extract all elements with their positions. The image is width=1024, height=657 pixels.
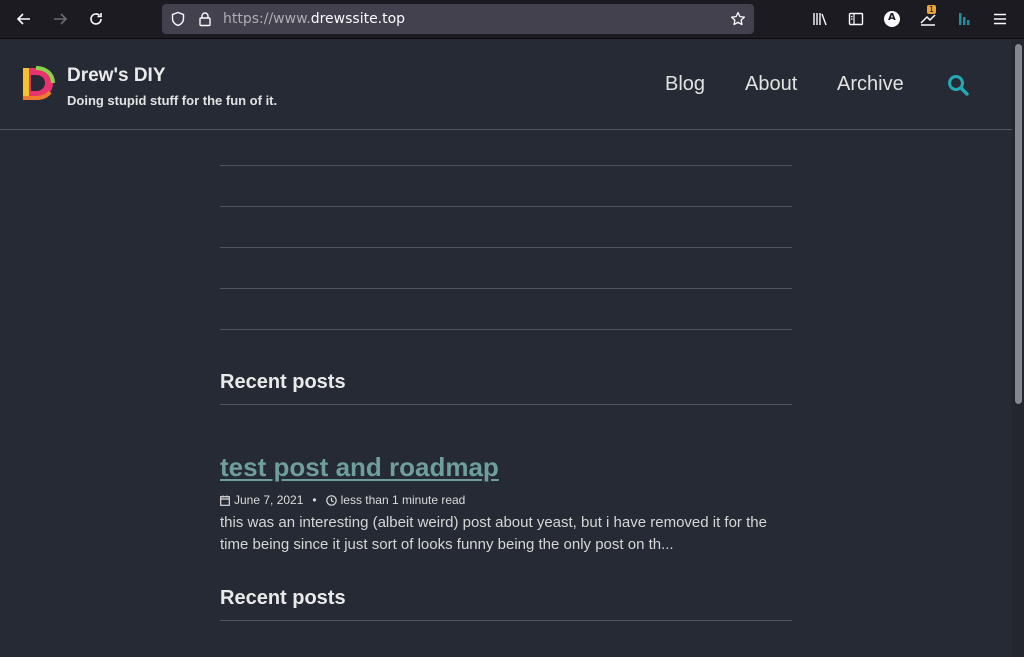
- shield-icon[interactable]: [170, 11, 186, 27]
- nav-archive-link[interactable]: Archive: [837, 73, 904, 96]
- divider: [220, 165, 792, 166]
- sidebar-toggle-button[interactable]: [843, 6, 869, 32]
- divider: [220, 329, 792, 330]
- bookmark-star-icon[interactable]: [730, 11, 746, 27]
- calendar-icon: [220, 495, 230, 506]
- post-date: June 7, 2021: [234, 493, 304, 507]
- post-excerpt: this was an interesting (albeit weird) p…: [220, 514, 767, 553]
- menu-button[interactable]: [987, 6, 1013, 32]
- divider: [220, 206, 792, 207]
- account-initial: A: [888, 12, 896, 23]
- back-arrow-icon: [16, 13, 30, 25]
- site-logo-icon[interactable]: [20, 65, 56, 101]
- recent-posts-heading: Recent posts: [220, 587, 346, 609]
- recent-posts-heading: Recent posts: [220, 371, 346, 393]
- account-button[interactable]: A: [879, 6, 905, 32]
- divider: [220, 247, 792, 248]
- forward-arrow-icon: [54, 13, 68, 25]
- reload-button[interactable]: [83, 6, 109, 32]
- library-icon: [813, 13, 827, 26]
- library-button[interactable]: [807, 6, 833, 32]
- browser-toolbar: https://www.drewssite.top A 1: [0, 0, 1024, 39]
- sidebar-icon: [848, 12, 864, 26]
- page-scrollbar-thumb[interactable]: [1015, 44, 1022, 404]
- url-prefix: https://www.: [223, 11, 311, 27]
- reload-icon: [90, 13, 102, 25]
- url-domain: drewssite.top: [310, 11, 406, 27]
- address-bar[interactable]: https://www.drewssite.top: [162, 4, 754, 34]
- post-title-link[interactable]: test post and roadmap: [220, 452, 499, 483]
- hamburger-menu-icon: [994, 13, 1006, 25]
- divider: [220, 404, 792, 405]
- post-meta: June 7, 2021 • less than 1 minute read: [220, 493, 465, 507]
- site-header: Drew's DIY Doing stupid stuff for the fu…: [0, 40, 1012, 130]
- back-button[interactable]: [11, 6, 37, 32]
- site-tagline: Doing stupid stuff for the fun of it.: [67, 93, 278, 108]
- search-icon[interactable]: [946, 73, 970, 97]
- bars-extension-icon: [959, 13, 970, 25]
- divider: [220, 620, 792, 621]
- lock-icon[interactable]: [197, 11, 213, 27]
- meta-separator: •: [312, 493, 317, 507]
- nav-blog-link[interactable]: Blog: [665, 73, 705, 96]
- forward-button[interactable]: [47, 6, 73, 32]
- extension-badge: 1: [927, 5, 937, 14]
- teal-extension-button[interactable]: [951, 6, 977, 32]
- nav-about-link[interactable]: About: [745, 73, 797, 96]
- url-text[interactable]: https://www.drewssite.top: [223, 11, 405, 27]
- post-read-time: less than 1 minute read: [340, 493, 466, 507]
- divider: [220, 288, 792, 289]
- site-title[interactable]: Drew's DIY: [67, 65, 166, 87]
- clock-icon: [325, 494, 337, 506]
